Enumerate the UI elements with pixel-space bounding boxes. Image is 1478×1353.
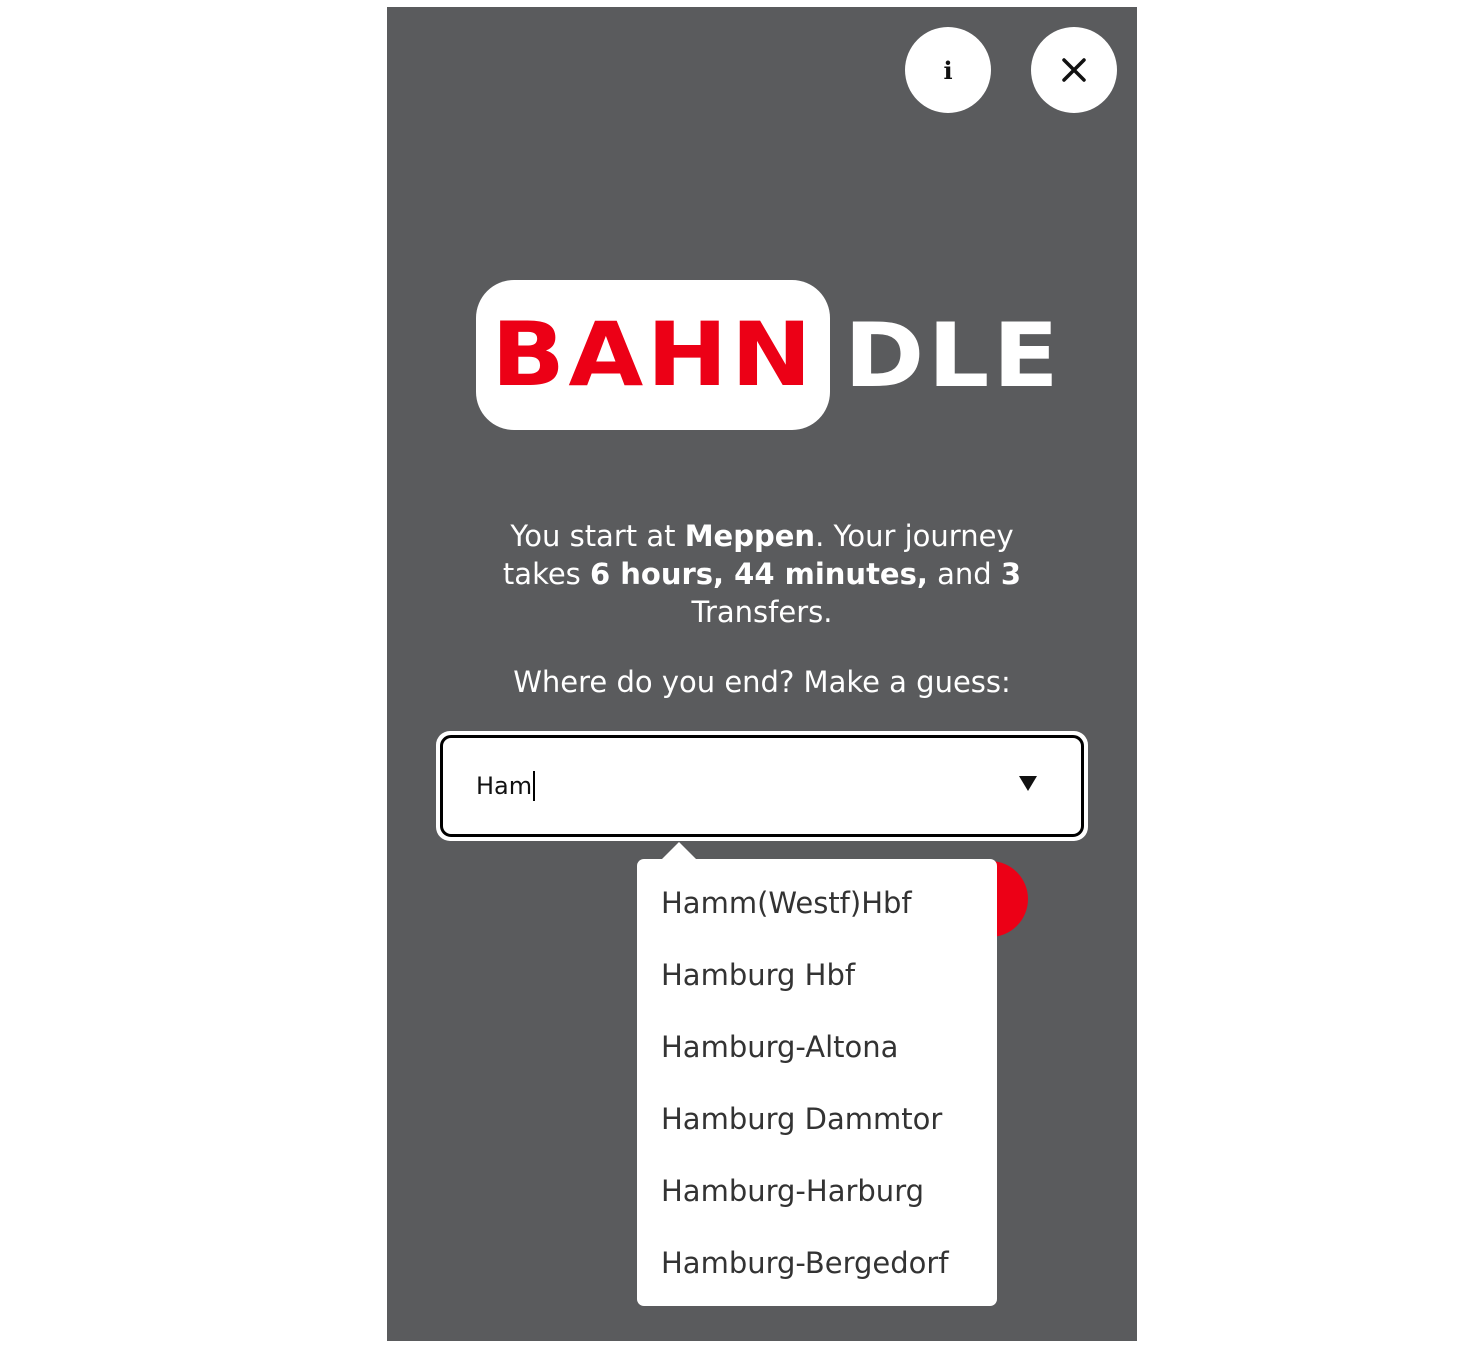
intro-text-4: Transfers. (691, 595, 833, 629)
search-input-value: Ham (476, 772, 533, 800)
station-search-input[interactable]: Ham (440, 735, 1084, 837)
suggestion-item[interactable]: Hamburg-Bergedorf (661, 1227, 949, 1299)
close-button[interactable] (1031, 27, 1117, 113)
suggestion-item[interactable]: Hamburg-Altona (661, 1011, 898, 1083)
game-panel: i BAHN DLE You start at Meppen. Your jou… (387, 7, 1137, 1341)
suggestion-item[interactable]: Hamburg-Harburg (661, 1155, 924, 1227)
suggestion-item[interactable]: Hamm(Westf)Hbf (661, 867, 912, 939)
logo-text-bahn: BAHN (491, 303, 815, 406)
bahndle-logo: BAHN DLE (476, 280, 1059, 430)
station-combobox-wrapper: Ham (436, 731, 1088, 841)
start-station: Meppen (684, 519, 816, 553)
info-button[interactable]: i (905, 27, 991, 113)
suggestion-item[interactable]: Hamburg Dammtor (661, 1083, 942, 1155)
text-caret (533, 771, 536, 801)
close-icon (1062, 58, 1086, 82)
station-suggestions-dropdown: Hamm(Westf)Hbf Hamburg Hbf Hamburg-Alton… (637, 859, 997, 1306)
info-icon: i (943, 55, 953, 85)
transfers-count: 3 (1000, 557, 1022, 591)
suggestion-item[interactable]: Hamburg Hbf (661, 939, 855, 1011)
journey-duration: 6 hours, 44 minutes, (590, 557, 928, 591)
guess-prompt: Where do you end? Make a guess: (513, 665, 1011, 699)
intro-text-3: and (927, 557, 1001, 591)
intro-text-1: You start at (510, 519, 685, 553)
dropdown-pointer (661, 842, 697, 860)
triangle-down-icon[interactable] (1019, 776, 1037, 791)
journey-description: You start at Meppen. Your journey takes … (472, 517, 1052, 631)
logo-badge: BAHN (476, 280, 830, 430)
logo-text-dle: DLE (844, 304, 1063, 407)
